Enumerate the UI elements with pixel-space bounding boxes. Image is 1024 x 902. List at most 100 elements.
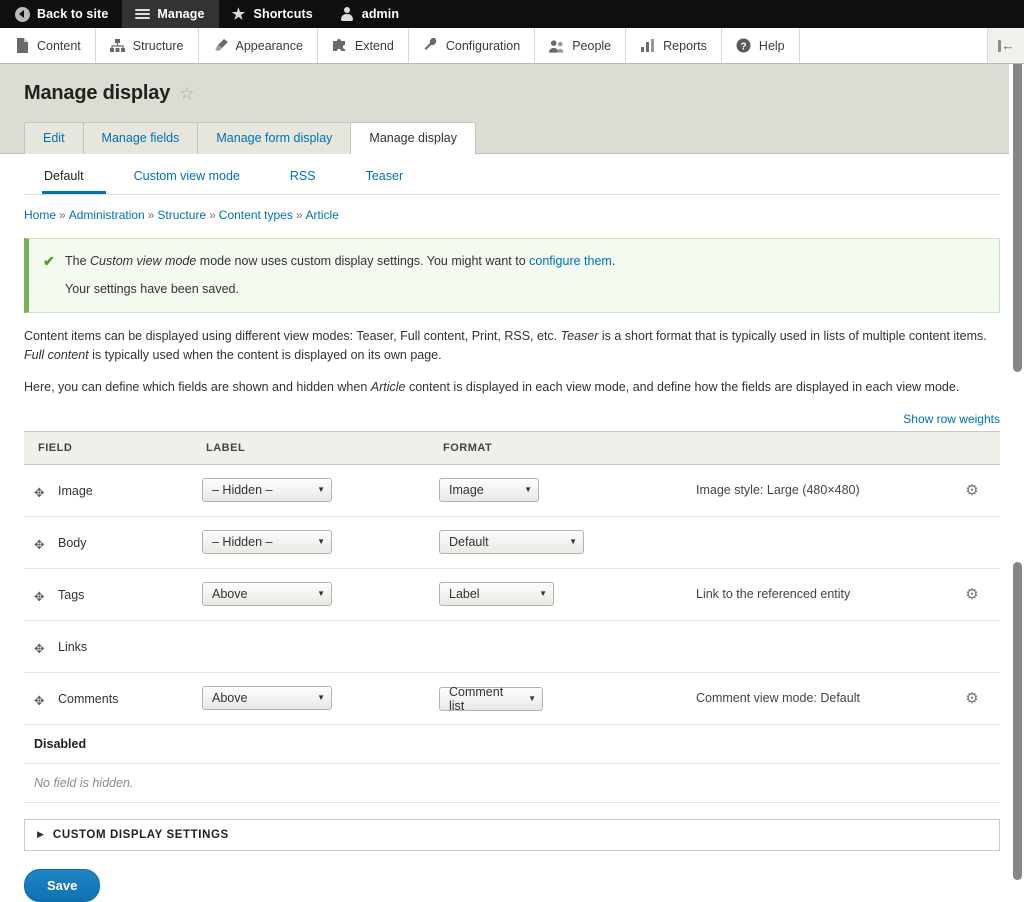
field-name-links: Links — [58, 639, 88, 654]
tab-manage-form-display[interactable]: Manage form display — [197, 122, 352, 154]
format-select-comments[interactable]: Comment list ▼ — [439, 685, 543, 713]
help-p2-b: content is displayed in each view mode, … — [405, 380, 960, 395]
person-icon — [339, 6, 355, 22]
document-icon — [14, 38, 30, 54]
secondary-scrollbar-thumb[interactable] — [1013, 562, 1022, 880]
row-summary-cell — [686, 516, 944, 569]
menu-label-appearance: Appearance — [235, 38, 303, 53]
tab-manage-fields-label: Manage fields — [101, 131, 180, 145]
column-header-settings — [944, 430, 1000, 465]
custom-display-settings-title: CUSTOM DISPLAY SETTINGS — [52, 828, 229, 841]
format-select-tags[interactable]: Label ▼ — [439, 582, 554, 607]
row-summary-cell: Link to the referenced entity — [686, 568, 944, 621]
menu-bar-spacer — [799, 28, 988, 63]
toolbar-item-manage[interactable]: Manage — [122, 0, 219, 28]
main-content: Default Custom view mode RSS Teaser Home… — [0, 154, 1024, 902]
format-select-tags-value: Label — [449, 587, 480, 602]
menu-item-help[interactable]: ? Help — [721, 28, 800, 63]
menu-item-extend[interactable]: Extend — [317, 28, 409, 63]
menu-item-reports[interactable]: Reports — [626, 28, 722, 63]
status-emphasis-view-mode: Custom view mode — [90, 254, 197, 268]
tab-edit[interactable]: Edit — [24, 122, 84, 154]
breadcrumb: Home» Administration» Structure» Content ty… — [24, 195, 1000, 222]
table-row: ✥ Image – Hidden – ▼ Image ▼ Image style: L… — [24, 464, 1000, 517]
toolbar-item-back-to-site[interactable]: Back to site — [0, 0, 122, 28]
status-text-part-1: The — [65, 254, 91, 268]
menu-label-help: Help — [758, 38, 785, 53]
subtab-rss[interactable]: RSS — [288, 164, 338, 194]
menu-label-reports: Reports — [663, 38, 707, 53]
admin-toolbar: Back to site Manage ★ Shortcuts admin — [0, 0, 1024, 28]
chevron-down-icon: ▼ — [528, 694, 536, 704]
help-p1-em-teaser: Teaser — [560, 328, 599, 343]
breadcrumb-link-home[interactable]: Home — [24, 208, 56, 222]
back-arrow-icon — [14, 6, 30, 22]
breadcrumb-link-structure[interactable]: Structure — [157, 208, 206, 222]
menu-item-structure[interactable]: Structure — [95, 28, 199, 63]
label-select-image[interactable]: – Hidden – ▼ — [202, 478, 332, 503]
row-format-cell — [429, 620, 686, 673]
chevron-down-icon: ▼ — [524, 485, 532, 495]
toolbar-orientation-toggle[interactable]: ← — [988, 28, 1024, 63]
field-name-comments: Comments — [58, 691, 119, 706]
drag-handle-icon[interactable]: ✥ — [34, 485, 47, 500]
custom-display-settings-details[interactable]: ▶ CUSTOM DISPLAY SETTINGS — [24, 818, 1000, 851]
help-p1-b: is a short format that is typically used… — [598, 328, 987, 343]
menu-label-people: People — [572, 38, 612, 53]
toolbar-label-manage: Manage — [157, 7, 205, 21]
tab-manage-display-label: Manage display — [369, 131, 457, 145]
gear-icon[interactable]: ⚙ — [965, 585, 978, 603]
subtab-rss-label: RSS — [289, 169, 316, 183]
breadcrumb-link-administration[interactable]: Administration — [69, 208, 145, 222]
chevron-down-icon: ▼ — [317, 485, 325, 495]
page-scrollbar-track[interactable] — [1009, 28, 1024, 880]
breadcrumb-link-article[interactable]: Article — [306, 208, 339, 222]
menu-item-content[interactable]: Content — [0, 28, 96, 63]
save-button[interactable]: Save — [24, 868, 101, 902]
menu-label-extend: Extend — [354, 38, 394, 53]
page-scrollbar-thumb[interactable] — [1013, 60, 1022, 372]
gear-icon[interactable]: ⚙ — [965, 689, 978, 707]
primary-tabs: Edit Manage fields Manage form display M… — [24, 122, 1000, 154]
row-label-cell: Above ▼ — [192, 568, 429, 621]
star-icon: ★ — [231, 5, 246, 23]
check-icon: ✔ — [43, 253, 55, 269]
drag-handle-icon[interactable]: ✥ — [34, 537, 47, 552]
menu-item-appearance[interactable]: Appearance — [198, 28, 318, 63]
label-select-comments[interactable]: Above ▼ — [202, 686, 332, 711]
row-summary-cell: Image style: Large (480×480) — [686, 464, 944, 517]
configure-them-link[interactable]: configure them — [529, 254, 612, 268]
tab-manage-fields[interactable]: Manage fields — [82, 122, 199, 154]
toolbar-label-back-to-site: Back to site — [37, 7, 109, 21]
row-label-cell: – Hidden – ▼ — [192, 516, 429, 569]
help-paragraph-2: Here, you can define which fields are sh… — [24, 378, 1000, 397]
breadcrumb-link-content-types[interactable]: Content types — [219, 208, 293, 222]
row-field-cell: ✥ Comments — [24, 672, 192, 725]
toolbar-item-shortcuts[interactable]: ★ Shortcuts — [219, 0, 327, 28]
disabled-empty-row: No field is hidden. — [24, 763, 1000, 803]
format-select-body[interactable]: Default ▼ — [439, 530, 584, 555]
label-select-tags[interactable]: Above ▼ — [202, 582, 332, 607]
subtab-custom-view-mode[interactable]: Custom view mode — [132, 164, 262, 194]
menu-item-people[interactable]: People — [535, 28, 627, 63]
paintbrush-icon — [213, 38, 229, 54]
gear-icon[interactable]: ⚙ — [965, 481, 978, 499]
status-text-part-2: mode now uses custom display settings. Y… — [196, 254, 530, 268]
subtab-teaser[interactable]: Teaser — [364, 164, 426, 194]
star-outline-icon[interactable]: ☆ — [179, 85, 194, 102]
drag-handle-icon[interactable]: ✥ — [34, 589, 47, 604]
label-select-body[interactable]: – Hidden – ▼ — [202, 530, 332, 555]
show-row-weights-link[interactable]: Show row weights — [903, 412, 1000, 426]
menu-item-configuration[interactable]: Configuration — [408, 28, 536, 63]
chevron-down-icon: ▼ — [317, 589, 325, 599]
drag-handle-icon[interactable]: ✥ — [34, 693, 47, 708]
row-settings-cell — [944, 516, 1000, 569]
bar-chart-icon — [640, 38, 656, 54]
subtab-default[interactable]: Default — [42, 164, 106, 194]
chevron-down-icon: ▼ — [539, 589, 547, 599]
format-select-image[interactable]: Image ▼ — [439, 478, 539, 503]
toolbar-item-admin-user[interactable]: admin — [327, 0, 413, 28]
tab-manage-display[interactable]: Manage display — [350, 122, 476, 154]
drag-handle-icon[interactable]: ✥ — [34, 641, 47, 656]
subtab-default-label: Default — [44, 169, 84, 183]
